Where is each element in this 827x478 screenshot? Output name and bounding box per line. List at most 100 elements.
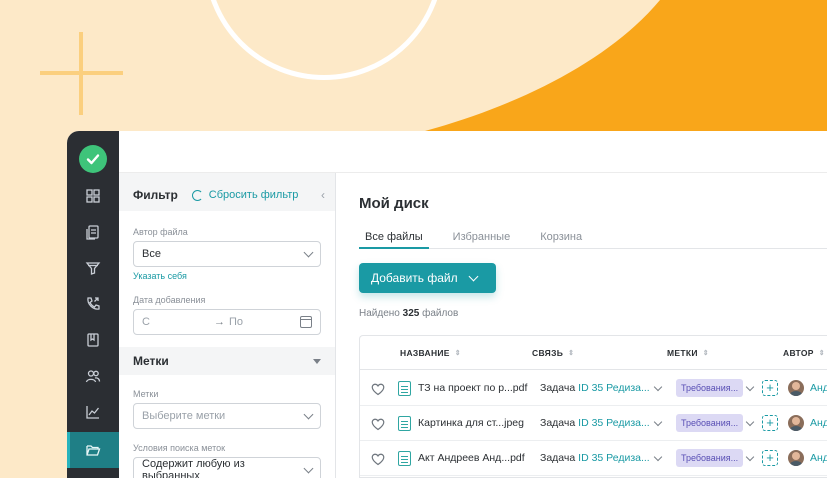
add-tag-icon[interactable]: + [762,380,778,396]
column-link[interactable]: СВЯЗЬ ⇕ [532,348,574,358]
chevron-down-icon[interactable] [653,452,663,462]
search-conditions-label: Условия поиска меток [133,443,226,453]
table-row[interactable]: Картинка для ст...jpeg Задача ID 35 Реди… [360,406,827,441]
found-count: 325 [402,308,420,319]
author-name[interactable]: Анд [810,417,827,429]
heart-icon[interactable] [370,381,386,397]
funnel-icon[interactable] [67,250,119,286]
chevron-down-icon [303,247,314,257]
link-type: Задача [540,417,576,429]
heart-icon[interactable] [370,416,386,432]
link-id[interactable]: ID 35 Редиза... [578,452,650,464]
tags-section-title: Метки [133,354,169,368]
files-table: НАЗВАНИЕ ⇕ СВЯЗЬ ⇕ МЕТКИ ⇕ АВТОР ⇕ ТЗ на про… [359,335,827,478]
tab-all-files[interactable]: Все файлы [359,225,429,249]
date-label: Дата добавления [133,295,206,305]
table-row[interactable]: Акт Андреев Анд...pdf Задача ID 35 Редиз… [360,441,827,476]
avatar [788,450,804,466]
table-row[interactable]: ТЗ на проект по p...pdf Задача ID 35 Ред… [360,371,827,406]
reset-filter-label: Сбросить фильтр [208,189,299,201]
side-rail [67,131,119,478]
column-tags[interactable]: МЕТКИ ⇕ [667,348,709,358]
logo-check-icon[interactable] [79,145,107,173]
tab-favorites[interactable]: Избранные [447,225,517,248]
file-name[interactable]: ТЗ на проект по p...pdf [418,382,527,394]
tab-trash[interactable]: Корзина [534,225,588,248]
found-suffix: файлов [422,308,459,319]
tags-section-header[interactable]: Метки [119,347,335,375]
file-icon [398,451,411,466]
sort-icon: ⇕ [454,350,461,357]
add-file-button[interactable]: Добавить файл [359,263,496,293]
tabs: Все файлы Избранные Корзина [359,225,827,249]
phone-icon[interactable] [67,286,119,322]
link-cell[interactable]: Задача ID 35 Редиза... [540,417,650,429]
arrow-right-icon: → [213,316,225,328]
tags-select[interactable]: Выберите метки [133,403,321,429]
tag-badge[interactable]: Требования... [676,449,744,467]
sort-icon: ⇕ [702,350,709,357]
reset-filter-button[interactable]: Сбросить фильтр [191,189,299,201]
caret-down-icon [313,358,321,364]
chevron-down-icon [303,463,314,473]
grid-icon[interactable] [67,178,119,214]
file-icon [398,416,411,431]
chevron-down-icon[interactable] [745,452,755,462]
column-author-label: АВТОР [783,348,814,358]
tag-badge[interactable]: Требования... [676,414,744,432]
tag-badge[interactable]: Требования... [676,379,744,397]
main-content: Мой диск Все файлы Избранные Корзина Доб… [337,173,827,478]
sort-icon: ⇕ [818,350,825,357]
page-title: Мой диск [359,195,429,212]
link-id[interactable]: ID 35 Редиза... [578,382,650,394]
file-icon [398,381,411,396]
link-cell[interactable]: Задача ID 35 Редиза... [540,452,650,464]
add-tag-icon[interactable]: + [762,415,778,431]
search-conditions-select[interactable]: Содержит любую из выбранных [133,457,321,478]
chevron-down-icon[interactable] [745,382,755,392]
top-bar [119,131,827,173]
chevron-down-icon[interactable] [653,382,663,392]
author-select-value: Все [142,248,161,260]
app-window: Фильтр Сбросить фильтр ‹ Автор файла Все… [67,131,827,478]
author-name[interactable]: Анд [810,382,827,394]
avatar [788,380,804,396]
heart-icon[interactable] [370,451,386,467]
filter-body: Автор файла Все Указать себя Дата добавл… [119,211,335,478]
refresh-icon [191,189,203,201]
documents-icon[interactable] [67,214,119,250]
author-select[interactable]: Все [133,241,321,267]
book-icon[interactable] [67,322,119,358]
chart-icon[interactable] [67,394,119,430]
column-author[interactable]: АВТОР ⇕ [783,348,825,358]
chevron-down-icon [303,409,314,419]
self-author-link[interactable]: Указать себя [133,271,187,281]
column-tags-label: МЕТКИ [667,348,698,358]
chevron-down-icon[interactable] [653,417,663,427]
date-range-input[interactable]: С → По [133,309,321,335]
users-icon[interactable] [67,358,119,394]
link-id[interactable]: ID 35 Редиза... [578,417,650,429]
avatar [788,415,804,431]
tags-label: Метки [133,389,159,399]
found-count-text: Найдено 325 файлов [359,308,458,319]
link-type: Задача [540,382,576,394]
file-name[interactable]: Картинка для ст...jpeg [418,417,524,429]
file-name[interactable]: Акт Андреев Анд...pdf [418,452,525,464]
sort-icon: ⇕ [568,350,575,357]
link-cell[interactable]: Задача ID 35 Редиза... [540,382,650,394]
add-file-label: Добавить файл [371,271,458,285]
chevron-down-icon [468,271,479,281]
calendar-icon[interactable] [300,316,312,328]
search-conditions-value: Содержит любую из выбранных [142,458,245,478]
collapse-panel-icon[interactable]: ‹ [321,188,325,202]
author-name[interactable]: Анд [810,452,827,464]
column-link-label: СВЯЗЬ [532,348,564,358]
date-to: По [228,316,243,328]
table-header: НАЗВАНИЕ ⇕ СВЯЗЬ ⇕ МЕТКИ ⇕ АВТОР ⇕ [360,336,827,370]
folder-icon[interactable] [67,432,119,468]
add-tag-icon[interactable]: + [762,450,778,466]
column-name[interactable]: НАЗВАНИЕ ⇕ [400,348,461,358]
author-label: Автор файла [133,227,188,237]
chevron-down-icon[interactable] [745,417,755,427]
